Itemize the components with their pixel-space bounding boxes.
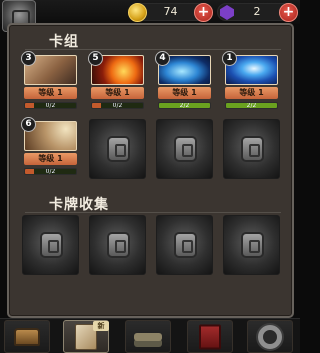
deck-slot-locked[interactable] — [223, 119, 280, 179]
deck-card-3[interactable]: 4 等级 1 2/2 — [155, 51, 213, 113]
locked-slot-icon — [40, 232, 63, 258]
card-progress-bar: 0/2 — [24, 168, 77, 175]
locked-slot-icon — [241, 136, 264, 162]
card-progress-bar: 2/2 — [225, 102, 278, 109]
add-gems-button[interactable]: + — [279, 3, 298, 22]
locked-slot-icon — [241, 232, 264, 258]
book-icon — [199, 324, 221, 349]
nav-settings-button[interactable] — [247, 320, 293, 353]
locked-slot-icon — [107, 136, 130, 162]
deck-card-1[interactable]: 3 等级 1 0/2 — [21, 51, 79, 113]
card-cost-badge: 1 — [222, 51, 237, 66]
nav-book-button[interactable] — [187, 320, 233, 353]
card-cost-badge: 3 — [21, 51, 36, 66]
card-cost-badge: 6 — [21, 117, 36, 132]
deck-slot-locked[interactable] — [89, 119, 146, 179]
card-progress-text: 2/2 — [179, 102, 190, 109]
card-cost-badge: 4 — [155, 51, 170, 66]
deck-card-5[interactable]: 6 等级 1 0/2 — [21, 117, 79, 179]
deck-panel: 卡组 3 等级 1 0/2 5 等级 1 0/2 4 等级 1 2/2 1 等级… — [7, 23, 294, 318]
gem-amount: 2 — [253, 5, 261, 18]
card-level-label: 等级 1 — [24, 153, 77, 165]
card-level-label: 等级 1 — [158, 87, 211, 99]
settings-gear-icon — [258, 324, 282, 349]
nav-chest-button[interactable] — [4, 320, 50, 353]
card-progress-text: 0/2 — [45, 102, 56, 109]
card-cost-badge: 5 — [88, 51, 103, 66]
gold-coin-icon — [128, 3, 147, 22]
new-badge: 新 — [93, 321, 109, 331]
collection-slot[interactable] — [223, 215, 280, 275]
card-progress-text: 2/2 — [246, 102, 257, 109]
card-progress-bar: 0/2 — [91, 102, 144, 109]
card-progress-bar: 0/2 — [24, 102, 77, 109]
gem-counter: 2 + — [217, 3, 298, 22]
card-level-label: 等级 1 — [24, 87, 77, 99]
locked-slot-icon — [107, 232, 130, 258]
gold-amount: 74 — [163, 5, 178, 18]
locked-slot-icon — [174, 136, 197, 162]
nav-cards-button[interactable]: 新 — [63, 320, 109, 353]
card-progress-text: 0/2 — [45, 168, 56, 175]
chest-icon — [14, 327, 40, 346]
gold-counter: 74 + — [128, 3, 213, 22]
purple-gem-icon — [220, 5, 234, 20]
deck-card-4[interactable]: 1 等级 1 2/2 — [222, 51, 280, 113]
top-bar: 74 + 2 + — [0, 0, 300, 32]
deck-card-2[interactable]: 5 等级 1 0/2 — [88, 51, 146, 113]
collection-slot[interactable] — [156, 215, 213, 275]
card-progress-text: 0/2 — [112, 102, 123, 109]
deck-slot-locked[interactable] — [156, 119, 213, 179]
card-level-label: 等级 1 — [225, 87, 278, 99]
collection-slot[interactable] — [22, 215, 79, 275]
locked-slot-icon — [174, 232, 197, 258]
card-progress-bar: 2/2 — [158, 102, 211, 109]
divider — [25, 49, 281, 50]
card-level-label: 等级 1 — [91, 87, 144, 99]
add-gold-button[interactable]: + — [194, 3, 213, 22]
divider — [25, 212, 281, 213]
bottom-nav: 新 — [0, 318, 300, 353]
deck-title: 卡组 — [49, 34, 79, 50]
collection-slot[interactable] — [89, 215, 146, 275]
nav-battle-button[interactable] — [125, 320, 171, 353]
collection-title: 卡牌收集 — [49, 197, 109, 213]
crossed-swords-icon — [134, 332, 162, 341]
